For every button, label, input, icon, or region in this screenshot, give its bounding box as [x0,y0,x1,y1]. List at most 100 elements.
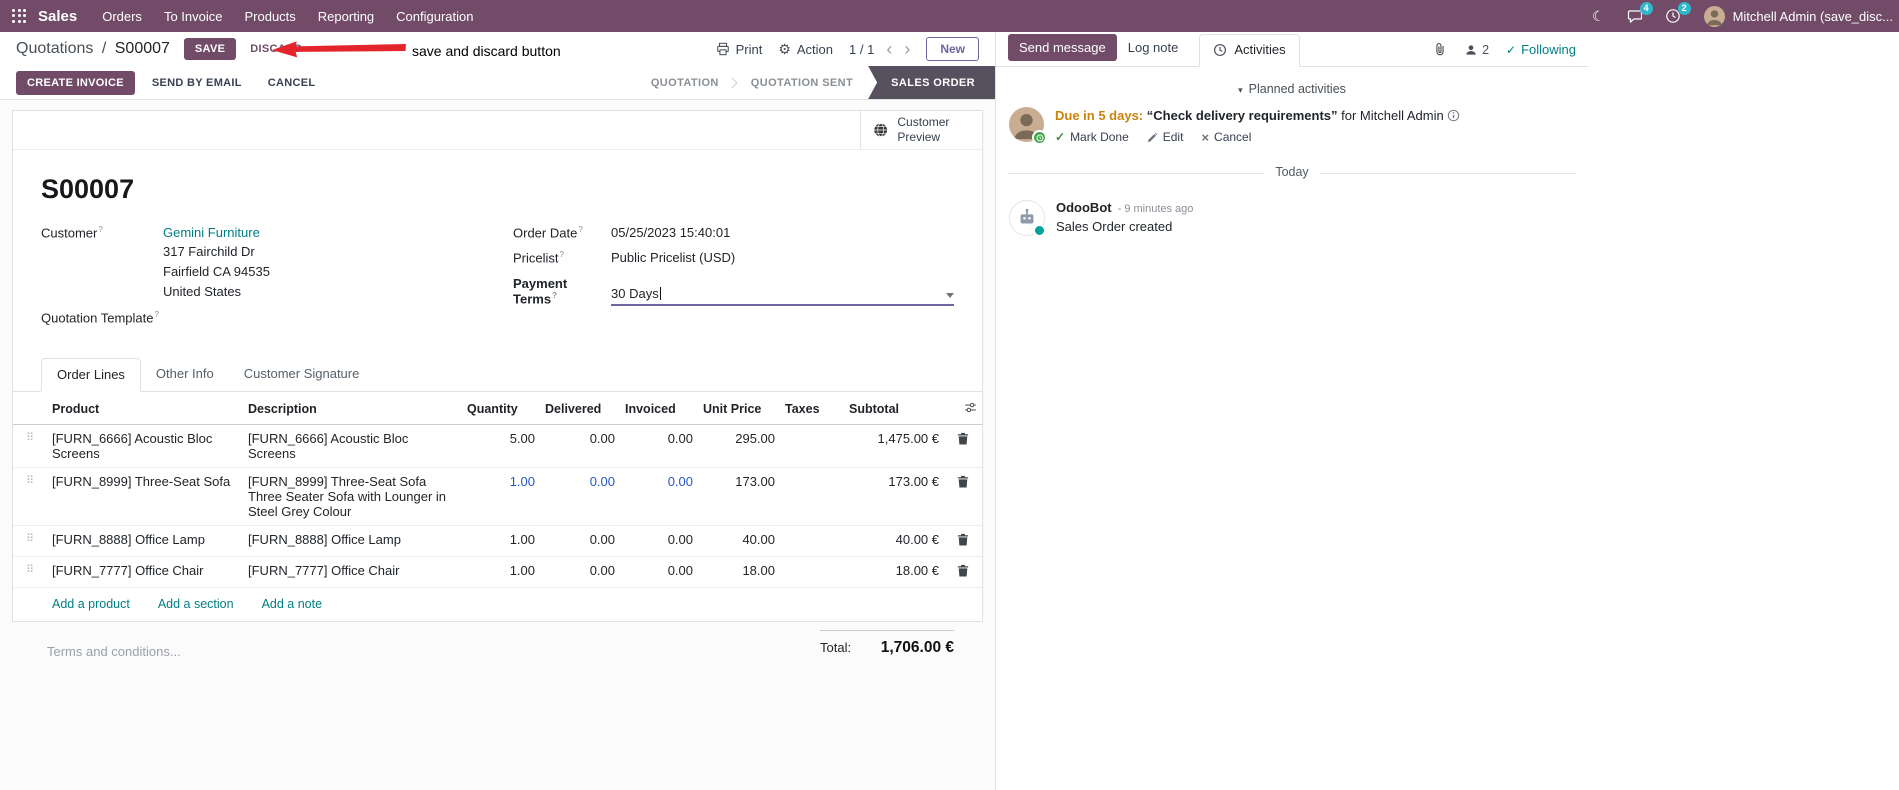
followers-button[interactable]: 2 [1464,43,1489,57]
send-by-email-button[interactable]: SEND BY EMAIL [143,71,251,95]
menu-reporting[interactable]: Reporting [307,0,385,32]
cell-taxes[interactable] [780,525,844,557]
dark-mode-toggle[interactable]: ☾ [1583,0,1614,32]
column-taxes[interactable]: Taxes [780,392,844,426]
cell-description[interactable]: [FURN_8888] Office Lamp [243,525,462,557]
send-message-button[interactable]: Send message [1008,34,1117,61]
create-invoice-button[interactable]: CREATE INVOICE [16,70,135,95]
menu-products[interactable]: Products [233,0,306,32]
breadcrumb-quotations[interactable]: Quotations [16,40,93,57]
user-menu[interactable]: Mitchell Admin (save_disc... [1694,5,1899,27]
apps-menu-icon[interactable] [12,8,27,24]
add-note-link[interactable]: Add a note [262,597,322,611]
cell-taxes[interactable] [780,467,844,526]
tab-other-info[interactable]: Other Info [141,358,229,392]
cell-delivered[interactable]: 0.00 [540,467,620,526]
tab-order-lines[interactable]: Order Lines [41,358,141,393]
cell-description[interactable]: [FURN_6666] Acoustic Bloc Screens [243,425,462,468]
cell-quantity[interactable]: 1.00 [462,556,540,588]
add-product-link[interactable]: Add a product [52,597,130,611]
cell-delivered[interactable]: 0.00 [540,556,620,588]
planned-activities-header[interactable]: ▾ Planned activities [1008,82,1576,96]
help-marker: ? [578,225,583,234]
drag-handle-icon[interactable]: ⠿ [13,425,47,468]
print-button[interactable]: Print [716,42,762,57]
cell-quantity[interactable]: 1.00 [462,525,540,557]
column-subtotal[interactable]: Subtotal [844,392,944,426]
customer-preview-button[interactable]: Customer Preview [860,111,982,149]
order-date-field[interactable]: 05/25/2023 15:40:01 [611,225,730,240]
save-button[interactable]: SAVE [183,38,237,60]
activities-tab[interactable]: Activities [1199,34,1300,67]
status-step-quotation[interactable]: QUOTATION [636,66,734,99]
payment-terms-input[interactable]: 30 Days [611,274,954,306]
delete-row-icon[interactable] [955,474,971,492]
drag-handle-icon[interactable]: ⠿ [13,467,47,526]
log-note-button[interactable]: Log note [1117,34,1190,61]
check-icon: ✓ [1055,130,1066,145]
activity-title: “Check delivery requirements” [1146,108,1338,123]
cell-unit-price[interactable]: 40.00 [698,525,780,557]
activities-systray[interactable]: 2 [1656,0,1691,32]
pricelist-field[interactable]: Public Pricelist (USD) [611,250,735,265]
cancel-button[interactable]: CANCEL [259,71,325,95]
cell-delivered[interactable]: 0.00 [540,525,620,557]
column-unit-price[interactable]: Unit Price [698,392,780,426]
app-name[interactable]: Sales [38,8,77,25]
cell-taxes[interactable] [780,556,844,588]
cell-description[interactable]: [FURN_8999] Three-Seat Sofa Three Seater … [243,467,462,526]
messages-systray[interactable]: 4 [1618,0,1653,32]
cell-invoiced[interactable]: 0.00 [620,556,698,588]
cell-delivered[interactable]: 0.00 [540,425,620,468]
column-product[interactable]: Product [47,392,243,426]
cell-quantity[interactable]: 5.00 [462,425,540,468]
cell-product[interactable]: [FURN_6666] Acoustic Bloc Screens [47,425,243,468]
delete-row-icon[interactable] [955,532,971,550]
cell-unit-price[interactable]: 18.00 [698,556,780,588]
drag-handle-icon[interactable]: ⠿ [13,556,47,588]
cell-unit-price[interactable]: 173.00 [698,467,780,526]
action-menu-button[interactable]: ⚙ Action [778,42,833,57]
attachments-button[interactable] [1433,42,1447,57]
terms-placeholder[interactable]: Terms and conditions... [41,628,181,659]
cell-invoiced[interactable]: 0.00 [620,525,698,557]
new-button[interactable]: New [926,37,979,61]
status-step-sales-order[interactable]: SALES ORDER [868,66,995,99]
column-delivered[interactable]: Delivered [540,392,620,426]
delete-row-icon[interactable] [955,431,971,449]
optional-columns-icon[interactable] [964,401,977,417]
cell-invoiced[interactable]: 0.00 [620,425,698,468]
menu-orders[interactable]: Orders [91,0,153,32]
dropdown-caret-icon[interactable] [946,292,954,298]
tab-customer-signature[interactable]: Customer Signature [229,358,375,392]
status-step-quotation-sent[interactable]: QUOTATION SENT [736,66,868,99]
menu-to-invoice[interactable]: To Invoice [153,0,234,32]
mark-done-button[interactable]: ✓ Mark Done [1055,130,1129,144]
add-section-link[interactable]: Add a section [158,597,234,611]
cell-product[interactable]: [FURN_8888] Office Lamp [47,525,243,557]
info-icon[interactable] [1447,109,1460,125]
pager-next-icon[interactable]: › [904,40,910,58]
cell-product[interactable]: [FURN_8999] Three-Seat Sofa [47,467,243,526]
cell-product[interactable]: [FURN_7777] Office Chair [47,556,243,588]
drag-handle-icon[interactable]: ⠿ [13,525,47,557]
activity-avatar [1009,107,1047,145]
activity-item: Due in 5 days: “Check delivery requireme… [1008,107,1576,145]
cancel-activity-button[interactable]: × Cancel [1201,130,1251,144]
order-reference-title: S00007 [41,174,135,204]
cell-invoiced[interactable]: 0.00 [620,467,698,526]
following-button[interactable]: ✓ Following [1506,42,1576,57]
delete-row-icon[interactable] [955,563,971,581]
cell-quantity[interactable]: 1.00 [462,467,540,526]
customer-link[interactable]: Gemini Furniture [163,225,270,240]
cell-unit-price[interactable]: 295.00 [698,425,780,468]
cell-taxes[interactable] [780,425,844,468]
pager-previous-icon[interactable]: ‹ [886,40,892,58]
cell-description[interactable]: [FURN_7777] Office Chair [243,556,462,588]
column-invoiced[interactable]: Invoiced [620,392,698,426]
column-quantity[interactable]: Quantity [462,392,540,426]
menu-configuration[interactable]: Configuration [385,0,484,32]
column-description[interactable]: Description [243,392,462,426]
message-author[interactable]: OdooBot [1056,200,1112,215]
edit-activity-button[interactable]: Edit [1147,130,1183,144]
